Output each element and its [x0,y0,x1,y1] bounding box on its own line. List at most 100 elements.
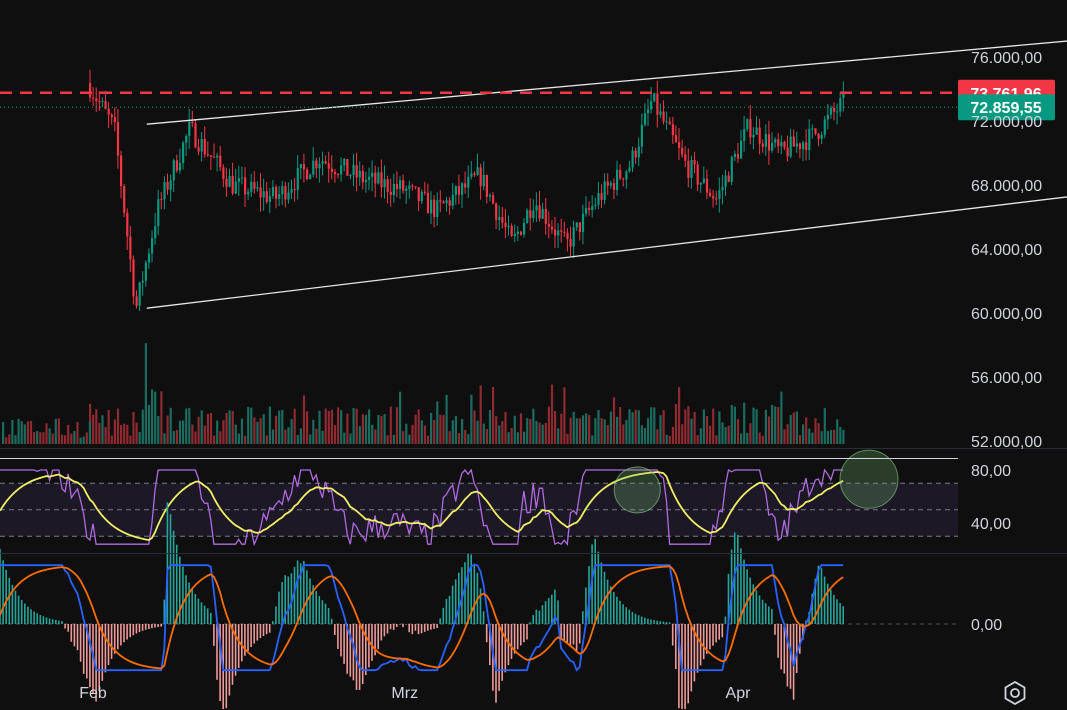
candle-body [191,121,194,124]
candle-body [501,217,504,223]
candle-body [808,128,811,151]
candle-body [194,123,197,148]
macd-line [0,564,844,672]
volume-bar [566,433,569,444]
candle-body [287,192,290,200]
macd-histogram-bar [315,591,317,624]
candle-body [461,183,464,195]
candle-body [147,253,151,263]
macd-histogram-bar [668,622,671,624]
candle-body [374,172,377,184]
macd-histogram-bar [82,624,85,674]
macd-histogram-bar [368,624,370,668]
macd-histogram-bar [73,624,76,647]
volume-bar [346,413,349,444]
volume-bar [448,431,451,444]
macd-histogram-bar [8,577,11,624]
candle-body [116,122,120,156]
candle-body [157,199,160,227]
candle-body [262,191,265,198]
volume-bar [699,428,702,444]
macd-tick-label: 0,00 [971,617,1002,634]
candle-body [355,165,358,178]
macd-histogram-bar [485,624,488,643]
candle-body [237,178,240,182]
volume-bar [368,409,371,444]
volume-bar [101,415,104,444]
volume-bar [343,432,346,444]
candle-body [343,159,346,166]
channel-trendline[interactable] [146,15,1067,125]
volume-bar [681,424,684,444]
volume-bar [631,412,634,444]
candle-body [671,124,674,136]
candle-body [426,192,430,214]
candle-body [436,200,439,218]
candle-body [774,139,777,143]
chart-area[interactable]: 73.761,9672.859,5576.000,0072.000,0068.0… [0,0,1067,709]
volume-bar [123,423,126,444]
candle-body [696,164,699,185]
macd-histogram-bar [2,560,4,624]
candle-body [467,176,470,188]
macd-histogram-bar [659,621,662,624]
macd-histogram-bar [510,624,513,659]
macd-histogram-bar [296,560,299,624]
volume-bar [687,406,690,444]
macd-histogram-bar [516,624,519,650]
volume-bar [795,411,798,444]
candle-body [727,175,730,182]
volume-bar [668,435,671,444]
candle-body [442,201,445,204]
candle-body [95,98,98,102]
candle-body [389,191,392,196]
macd-histogram-bar [504,624,507,673]
volume-bar [789,415,792,444]
settings-icon[interactable] [1003,680,1027,706]
macd-histogram-bar [197,598,200,624]
macd-histogram-bar [36,613,38,624]
macd-histogram-bar [51,619,54,624]
volume-bar [383,414,386,444]
macd-histogram-bar [523,624,525,643]
volume-bar [67,424,70,444]
macd-histogram-bar [268,624,271,633]
macd-histogram-bar [250,624,252,647]
macd-histogram-bar [451,585,454,624]
macd-histogram-bar [433,624,435,629]
volume-bar [733,406,736,444]
volume-bar [637,410,640,444]
macd-histogram-bar [27,606,29,624]
volume-bar [538,422,541,444]
candle-body [640,124,643,147]
candle-body [814,128,817,134]
candle-body [278,194,281,199]
macd-histogram-bar [479,588,482,624]
volume-bar [116,408,120,444]
candle-body [839,98,842,112]
macd-histogram-bar [520,624,522,646]
macd-histogram-bar [569,624,572,647]
macd-histogram-bar [687,624,689,704]
macd-histogram-bar [237,624,240,668]
candle-body [240,177,244,179]
volume-bar [740,433,743,444]
volume-bar [650,407,653,444]
volume-bar [464,429,467,444]
macd-histogram-bar [117,624,119,650]
candle-body [144,262,147,281]
volume-bar [628,409,631,444]
candle-body [293,189,296,191]
macd-histogram-bar [262,624,265,636]
volume-bar [144,343,147,444]
candle-body [256,187,259,189]
volume-bar [445,394,448,444]
candle-body [454,186,457,195]
volume-bar [48,428,51,444]
candle-body [743,129,746,141]
macd-histogram-bar [575,624,578,652]
candle-body [780,141,783,147]
volume-bar [355,408,358,444]
price-tick-label: 76.000,00 [971,50,1042,67]
candle-body [755,127,758,135]
